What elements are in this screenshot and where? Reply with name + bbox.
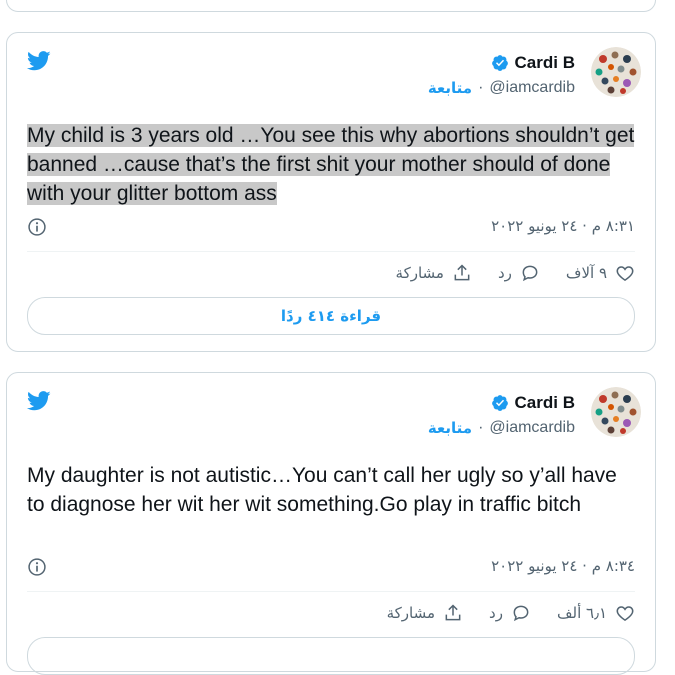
share-label: مشاركة xyxy=(395,264,444,282)
twitter-bird-icon[interactable] xyxy=(27,391,51,411)
reply-button[interactable]: رد xyxy=(489,603,531,623)
twitter-bird-icon[interactable] xyxy=(27,51,51,71)
read-replies-button[interactable] xyxy=(27,637,635,675)
share-button[interactable]: مشاركة xyxy=(387,603,463,623)
divider xyxy=(27,591,635,592)
like-count: ٦٫١ ألف xyxy=(556,604,607,622)
author-name[interactable]: Cardi B xyxy=(515,393,575,413)
heart-icon xyxy=(616,606,634,621)
follow-button[interactable]: متابعة xyxy=(428,79,472,97)
author-name[interactable]: Cardi B xyxy=(515,53,575,73)
divider xyxy=(27,251,635,252)
separator-dot: · xyxy=(478,79,484,96)
tweet-card[interactable]: Cardi B متابعة · @iamcardib My child is … xyxy=(6,32,656,352)
reply-bubble-icon xyxy=(513,605,529,622)
verified-badge-icon xyxy=(491,55,508,71)
avatar[interactable] xyxy=(591,387,641,437)
previous-tweet-card xyxy=(6,0,656,12)
like-count: ٩ آلاف xyxy=(565,264,607,282)
author-handle[interactable]: @iamcardib xyxy=(489,79,575,97)
share-icon xyxy=(445,604,461,621)
reply-label: رد xyxy=(489,604,503,622)
tweet-text-highlighted: My child is 3 years old …You see this wh… xyxy=(27,124,635,205)
info-icon[interactable] xyxy=(27,217,47,237)
author-handle[interactable]: @iamcardib xyxy=(489,419,575,437)
like-button[interactable]: ٩ آلاف xyxy=(566,263,635,283)
verified-badge-icon xyxy=(491,395,508,411)
info-icon[interactable] xyxy=(27,557,47,577)
tweet-timestamp[interactable]: ٨:٣٤ م · ٢٤ يونيو ٢٠٢٢ xyxy=(491,557,635,575)
tweet-timestamp[interactable]: ٨:٣١ م · ٢٤ يونيو ٢٠٢٢ xyxy=(491,217,635,235)
tweet-text: My child is 3 years old …You see this wh… xyxy=(27,121,635,208)
tweet-text: My daughter is not autistic…You can’t ca… xyxy=(27,464,617,516)
read-replies-button[interactable]: قراءة ٤١٤ ردًا xyxy=(27,297,635,335)
share-icon xyxy=(454,264,470,281)
heart-icon xyxy=(616,266,634,281)
share-label: مشاركة xyxy=(386,604,436,622)
reply-label: رد xyxy=(497,264,512,282)
separator-dot: · xyxy=(478,419,484,436)
follow-button[interactable]: متابعة xyxy=(428,419,472,437)
tweet-card[interactable]: Cardi B متابعة · @iamcardib My daughter … xyxy=(6,372,656,675)
reply-button[interactable]: رد xyxy=(498,263,540,283)
like-button[interactable]: ٦٫١ ألف xyxy=(557,603,635,623)
reply-bubble-icon xyxy=(522,265,538,282)
avatar[interactable] xyxy=(591,47,641,97)
share-button[interactable]: مشاركة xyxy=(396,263,472,283)
